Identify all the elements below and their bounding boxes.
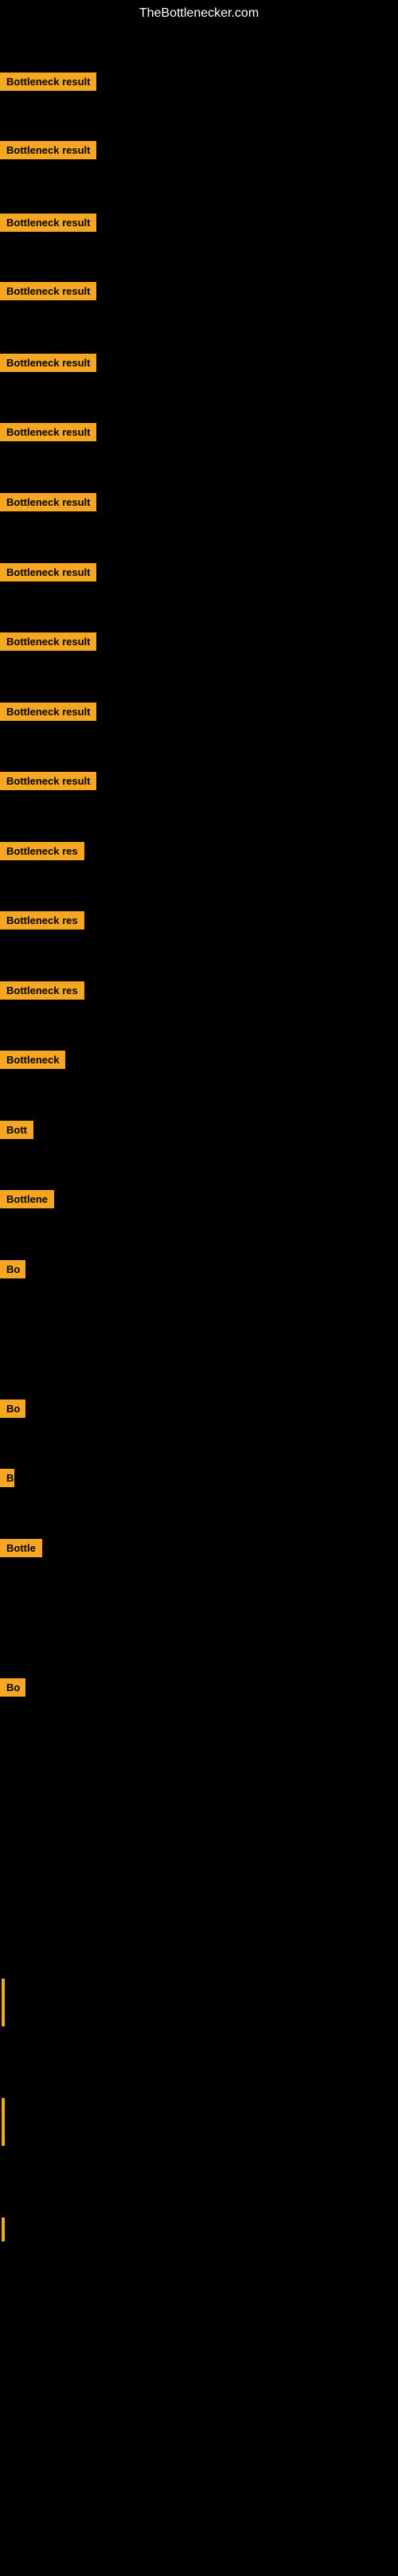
result-item-13[interactable]: Bottleneck res [0,911,84,934]
result-badge-22: Bo [0,1678,25,1697]
result-item-20[interactable]: B [0,1469,14,1491]
result-badge-3: Bottleneck result [0,213,96,232]
result-badge-17: Bottlene [0,1190,54,1208]
result-badge-14: Bottleneck res [0,981,84,1000]
result-badge-5: Bottleneck result [0,354,96,372]
result-badge-20: B [0,1469,14,1487]
result-badge-8: Bottleneck result [0,563,96,581]
result-badge-19: Bo [0,1400,25,1418]
result-item-18[interactable]: Bo [0,1260,25,1282]
vertical-bar-3 [2,2218,5,2241]
vertical-bar-2 [2,2098,5,2146]
site-title: TheBottlenecker.com [0,0,398,27]
result-item-8[interactable]: Bottleneck result [0,563,96,585]
result-badge-18: Bo [0,1260,25,1278]
result-badge-4: Bottleneck result [0,282,96,300]
result-item-19[interactable]: Bo [0,1400,25,1422]
result-item-4[interactable]: Bottleneck result [0,282,96,304]
vertical-bar-1 [2,1979,5,2026]
result-item-5[interactable]: Bottleneck result [0,354,96,376]
result-item-16[interactable]: Bott [0,1121,33,1143]
result-item-12[interactable]: Bottleneck res [0,842,84,864]
result-item-22[interactable]: Bo [0,1678,25,1701]
result-item-15[interactable]: Bottleneck [0,1051,65,1073]
result-item-9[interactable]: Bottleneck result [0,632,96,655]
result-item-6[interactable]: Bottleneck result [0,423,96,445]
result-badge-2: Bottleneck result [0,141,96,159]
result-item-3[interactable]: Bottleneck result [0,213,96,236]
result-item-21[interactable]: Bottle [0,1539,42,1561]
result-badge-13: Bottleneck res [0,911,84,930]
result-item-7[interactable]: Bottleneck result [0,493,96,515]
result-item-2[interactable]: Bottleneck result [0,141,96,163]
result-item-10[interactable]: Bottleneck result [0,703,96,725]
result-badge-7: Bottleneck result [0,493,96,511]
result-badge-1: Bottleneck result [0,72,96,91]
result-badge-15: Bottleneck [0,1051,65,1069]
result-badge-12: Bottleneck res [0,842,84,860]
result-badge-11: Bottleneck result [0,772,96,790]
result-badge-21: Bottle [0,1539,42,1557]
result-item-14[interactable]: Bottleneck res [0,981,84,1004]
result-badge-6: Bottleneck result [0,423,96,441]
result-item-17[interactable]: Bottlene [0,1190,54,1212]
result-item-1[interactable]: Bottleneck result [0,72,96,95]
result-badge-10: Bottleneck result [0,703,96,721]
result-badge-16: Bott [0,1121,33,1139]
result-item-11[interactable]: Bottleneck result [0,772,96,794]
result-badge-9: Bottleneck result [0,632,96,651]
